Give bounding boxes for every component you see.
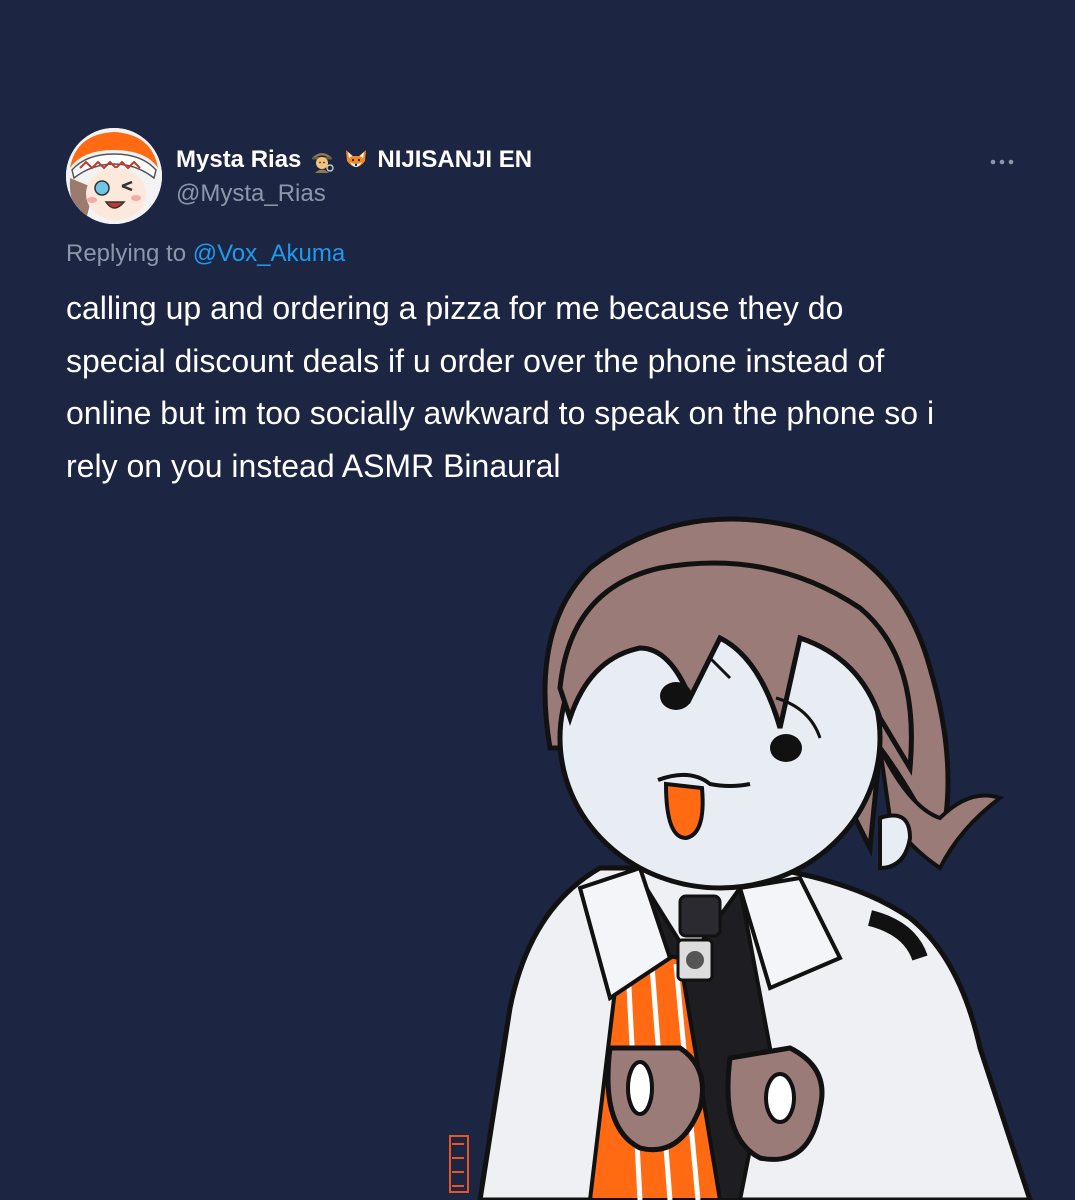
fox-emoji-icon	[343, 147, 369, 173]
more-options-button[interactable]	[984, 148, 1020, 176]
tweet-body-text: calling up and ordering a pizza for me b…	[66, 282, 1026, 492]
replying-to-label: Replying to	[66, 240, 187, 267]
tweet-text-line: online but im too socially awkward to sp…	[66, 395, 935, 431]
tweet-text-line: special discount deals if u order over t…	[66, 342, 885, 379]
tweet-text-line: calling up and ordering a pizza for me b…	[66, 290, 844, 326]
replying-to-mention-link[interactable]: @Vox_Akuma	[193, 240, 345, 267]
author-handle[interactable]: @Mysta_Rias	[176, 180, 326, 208]
tweet-card: Mysta Rias NIJISANJI EN @Mysta_Rias Repl…	[0, 0, 1075, 1200]
author-display-name[interactable]: Mysta Rias	[176, 146, 301, 174]
detective-emoji-icon	[309, 147, 335, 173]
artist-signature	[449, 1135, 469, 1193]
author-name-row[interactable]: Mysta Rias NIJISANJI EN	[176, 144, 532, 176]
author-avatar[interactable]	[66, 128, 162, 224]
more-horizontal-icon	[990, 159, 1014, 165]
author-affiliation: NIJISANJI EN	[377, 146, 533, 173]
character-illustration	[440, 488, 1075, 1200]
replying-to-line: Replying to @Vox_Akuma	[66, 240, 345, 268]
tweet-text-line: rely on you instead ASMR Binaural	[66, 447, 561, 484]
